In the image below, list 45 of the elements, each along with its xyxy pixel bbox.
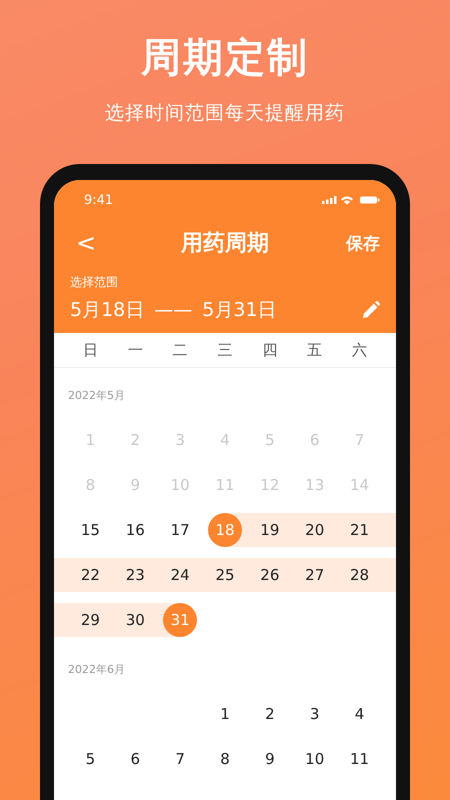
page-title: 用药周期 bbox=[181, 230, 269, 258]
edit-icon[interactable] bbox=[362, 301, 380, 319]
calendar-day[interactable]: 25 bbox=[208, 558, 242, 592]
weekday-label: 三 bbox=[217, 340, 232, 360]
calendar-day[interactable]: 15 bbox=[73, 512, 108, 546]
range-label: 选择范围 bbox=[70, 274, 119, 291]
calendar-day[interactable]: 22 bbox=[73, 558, 108, 592]
calendar-day[interactable]: 21 bbox=[342, 512, 377, 546]
range-start: 5月18日 bbox=[70, 298, 144, 323]
calendar-day[interactable]: 6 bbox=[118, 742, 152, 776]
calendar-day[interactable]: 10 bbox=[298, 742, 332, 776]
weekday-label: 一 bbox=[128, 340, 143, 360]
calendar-day[interactable]: 11 bbox=[342, 742, 377, 776]
calendar-day[interactable]: 3 bbox=[298, 696, 332, 730]
calendar-day[interactable]: 24 bbox=[163, 558, 198, 592]
calendar-day[interactable]: 1 bbox=[208, 696, 242, 730]
calendar-day[interactable]: 2 bbox=[252, 696, 287, 730]
month-label: 2022年5月 bbox=[67, 388, 126, 404]
calendar-day[interactable]: 17 bbox=[163, 512, 198, 546]
calendar-day[interactable]: 28 bbox=[342, 558, 377, 592]
month-label: 2022年6月 bbox=[67, 662, 126, 678]
weekday-label: 二 bbox=[172, 340, 188, 360]
calendar-day[interactable]: 7 bbox=[163, 742, 198, 776]
calendar-day[interactable]: 5 bbox=[73, 742, 108, 776]
weekday-label: 四 bbox=[262, 340, 278, 360]
calendar-day[interactable]: 4 bbox=[342, 696, 377, 730]
calendar-day[interactable]: 26 bbox=[252, 558, 287, 592]
calendar-day[interactable]: 16 bbox=[118, 512, 152, 546]
calendar-day[interactable]: 23 bbox=[118, 558, 152, 592]
calendar-day[interactable]: 30 bbox=[118, 602, 152, 636]
calendar-day[interactable]: 27 bbox=[298, 558, 332, 592]
promo-title: 周期定制 bbox=[141, 34, 309, 83]
calendar-day[interactable]: 29 bbox=[73, 602, 108, 636]
range-end: 5月31日 bbox=[202, 298, 277, 323]
calendar-day[interactable]: 8 bbox=[208, 742, 242, 776]
weekday-label: 五 bbox=[307, 340, 322, 360]
calendar-day[interactable]: 20 bbox=[298, 512, 332, 546]
calendar-day[interactable]: 19 bbox=[252, 512, 287, 546]
promo-subtitle: 选择时间范围每天提醒用药 bbox=[105, 101, 345, 126]
weekday-label: 日 bbox=[82, 340, 98, 360]
range-separator: —— bbox=[154, 299, 192, 321]
weekday-label: 六 bbox=[352, 340, 368, 360]
calendar-day[interactable]: 9 bbox=[252, 742, 287, 776]
status-icons bbox=[322, 195, 380, 205]
status-time: 9:41 bbox=[84, 192, 114, 208]
